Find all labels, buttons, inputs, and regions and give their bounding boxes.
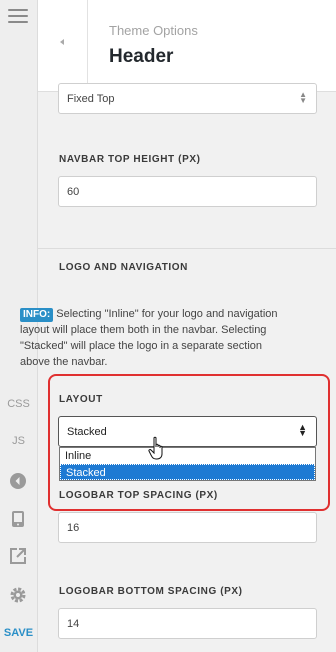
- logobar-bottom-spacing-label: LOGOBAR BOTTOM SPACING (PX): [59, 586, 243, 597]
- menu-icon[interactable]: [8, 9, 28, 23]
- page-title: Header: [109, 46, 174, 67]
- navbar-position-value: Fixed Top: [67, 93, 115, 105]
- logobar-top-spacing-input[interactable]: 16: [58, 512, 317, 543]
- info-note: INFO: Selecting "Inline" for your logo a…: [20, 306, 285, 370]
- chevron-left-icon: [60, 39, 64, 45]
- css-button[interactable]: CSS: [0, 398, 37, 410]
- highlight-box: [48, 374, 330, 511]
- logo-navigation-heading: LOGO AND NAVIGATION: [59, 262, 188, 273]
- save-button[interactable]: SAVE: [0, 627, 37, 639]
- external-link-icon[interactable]: [8, 546, 28, 566]
- back-circle-icon[interactable]: [8, 471, 28, 491]
- select-arrows-icon: ▲ ▼: [299, 90, 307, 105]
- mobile-device-icon[interactable]: [8, 509, 28, 529]
- js-button[interactable]: JS: [0, 435, 37, 447]
- info-badge: INFO:: [20, 308, 54, 322]
- breadcrumb: Theme Options: [109, 23, 198, 38]
- navbar-section: Fixed Top ▲ ▼ NAVBAR TOP HEIGHT (PX) 60: [38, 83, 336, 248]
- back-button[interactable]: [38, 0, 88, 92]
- hand-cursor-icon: [148, 436, 163, 460]
- logobar-bottom-spacing-input[interactable]: 14: [58, 608, 317, 639]
- navbar-top-height-label: NAVBAR TOP HEIGHT (PX): [59, 154, 201, 165]
- navbar-position-select[interactable]: Fixed Top ▲ ▼: [58, 83, 317, 114]
- panel-header: Theme Options Header: [38, 0, 336, 92]
- navbar-top-height-input[interactable]: 60: [58, 176, 317, 207]
- gear-icon[interactable]: [8, 585, 28, 605]
- info-text: Selecting "Inline" for your logo and nav…: [20, 308, 278, 368]
